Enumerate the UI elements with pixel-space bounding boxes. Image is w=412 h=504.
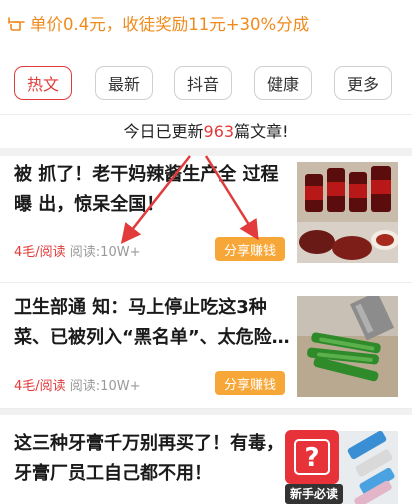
svg-text:?: ? xyxy=(304,443,319,473)
annotation-arrows xyxy=(120,155,259,244)
question-mark-icon: ? xyxy=(285,430,339,484)
newbie-guide-button[interactable]: ? 新手必读 xyxy=(285,430,343,504)
newbie-guide-label: 新手必读 xyxy=(285,484,343,504)
